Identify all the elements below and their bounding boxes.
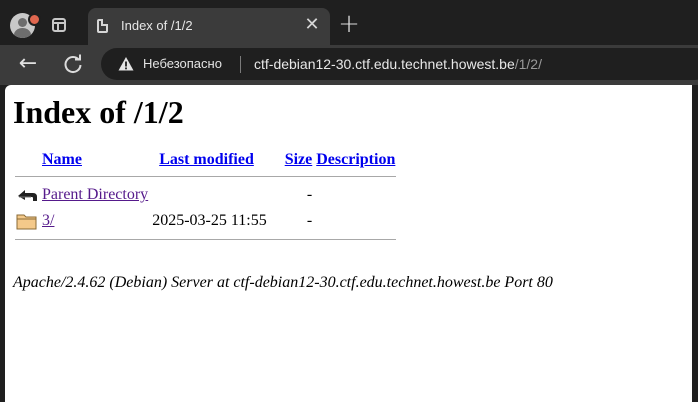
back-arrow-icon[interactable]: ← [17,53,39,75]
reload-icon[interactable] [62,53,84,75]
security-label[interactable]: Небезопасно [143,56,222,71]
column-last-modified: Last modified [151,150,277,170]
listing-header-row: Name Last modified Size Description [15,150,396,170]
active-tab[interactable]: Index of /1/2 ✕ [88,8,330,45]
row-size: - [306,212,313,229]
divider [15,176,397,177]
plus-icon[interactable]: + [337,11,361,37]
row-size: - [306,186,313,203]
tab-search-icon[interactable] [52,18,66,32]
url-text[interactable]: ctf-debian12-30.ctf.edu.technet.howest.b… [254,56,542,72]
tab-title: Index of /1/2 [121,18,193,33]
omnibox-divider [240,56,241,73]
table-row: Parent Directory - [15,183,396,207]
footer-rule-row [15,235,397,244]
row-description [315,183,396,207]
browser-toolbar: ← Небезопасно ctf-debian12-30.ctf.edu.te… [0,45,698,85]
close-icon[interactable]: ✕ [302,15,322,35]
page-title: Index of /1/2 [13,94,184,130]
sort-by-name-link[interactable]: Name [42,151,82,168]
warning-icon[interactable] [118,56,134,72]
table-row: 3/ 2025-03-25 11:55 - [15,209,396,233]
row-last-modified: 2025-03-25 11:55 [152,212,267,229]
parent-directory-link[interactable]: Parent Directory [42,186,148,203]
sort-by-date-link[interactable]: Last modified [159,151,254,168]
row-last-modified [151,183,277,207]
tab-strip: Index of /1/2 ✕ + [0,0,698,45]
folder-link[interactable]: 3/ [42,212,54,229]
folder-icon [16,214,37,230]
sort-by-description-link[interactable]: Description [316,151,395,168]
url-path: /1/2/ [514,56,542,72]
divider [15,239,397,240]
back-icon [18,190,37,201]
url-host: ctf-debian12-30.ctf.edu.technet.howest.b… [254,56,515,72]
window-edge [692,85,698,402]
server-signature: Apache/2.4.62 (Debian) Server at ctf-deb… [13,274,553,291]
profile-badge [28,13,41,26]
page-viewport: Index of /1/2 Name Last modified Size De… [5,85,698,402]
row-description [315,209,396,233]
document-icon [97,19,108,33]
directory-listing: Name Last modified Size Description Pare… [13,148,398,246]
icon-column-header [15,150,39,170]
column-size: Size [279,150,314,170]
column-description: Description [315,150,396,170]
header-rule-row [15,172,397,181]
sort-by-size-link[interactable]: Size [285,151,313,168]
column-name: Name [41,150,149,170]
address-bar[interactable]: Небезопасно ctf-debian12-30.ctf.edu.tech… [101,48,698,80]
